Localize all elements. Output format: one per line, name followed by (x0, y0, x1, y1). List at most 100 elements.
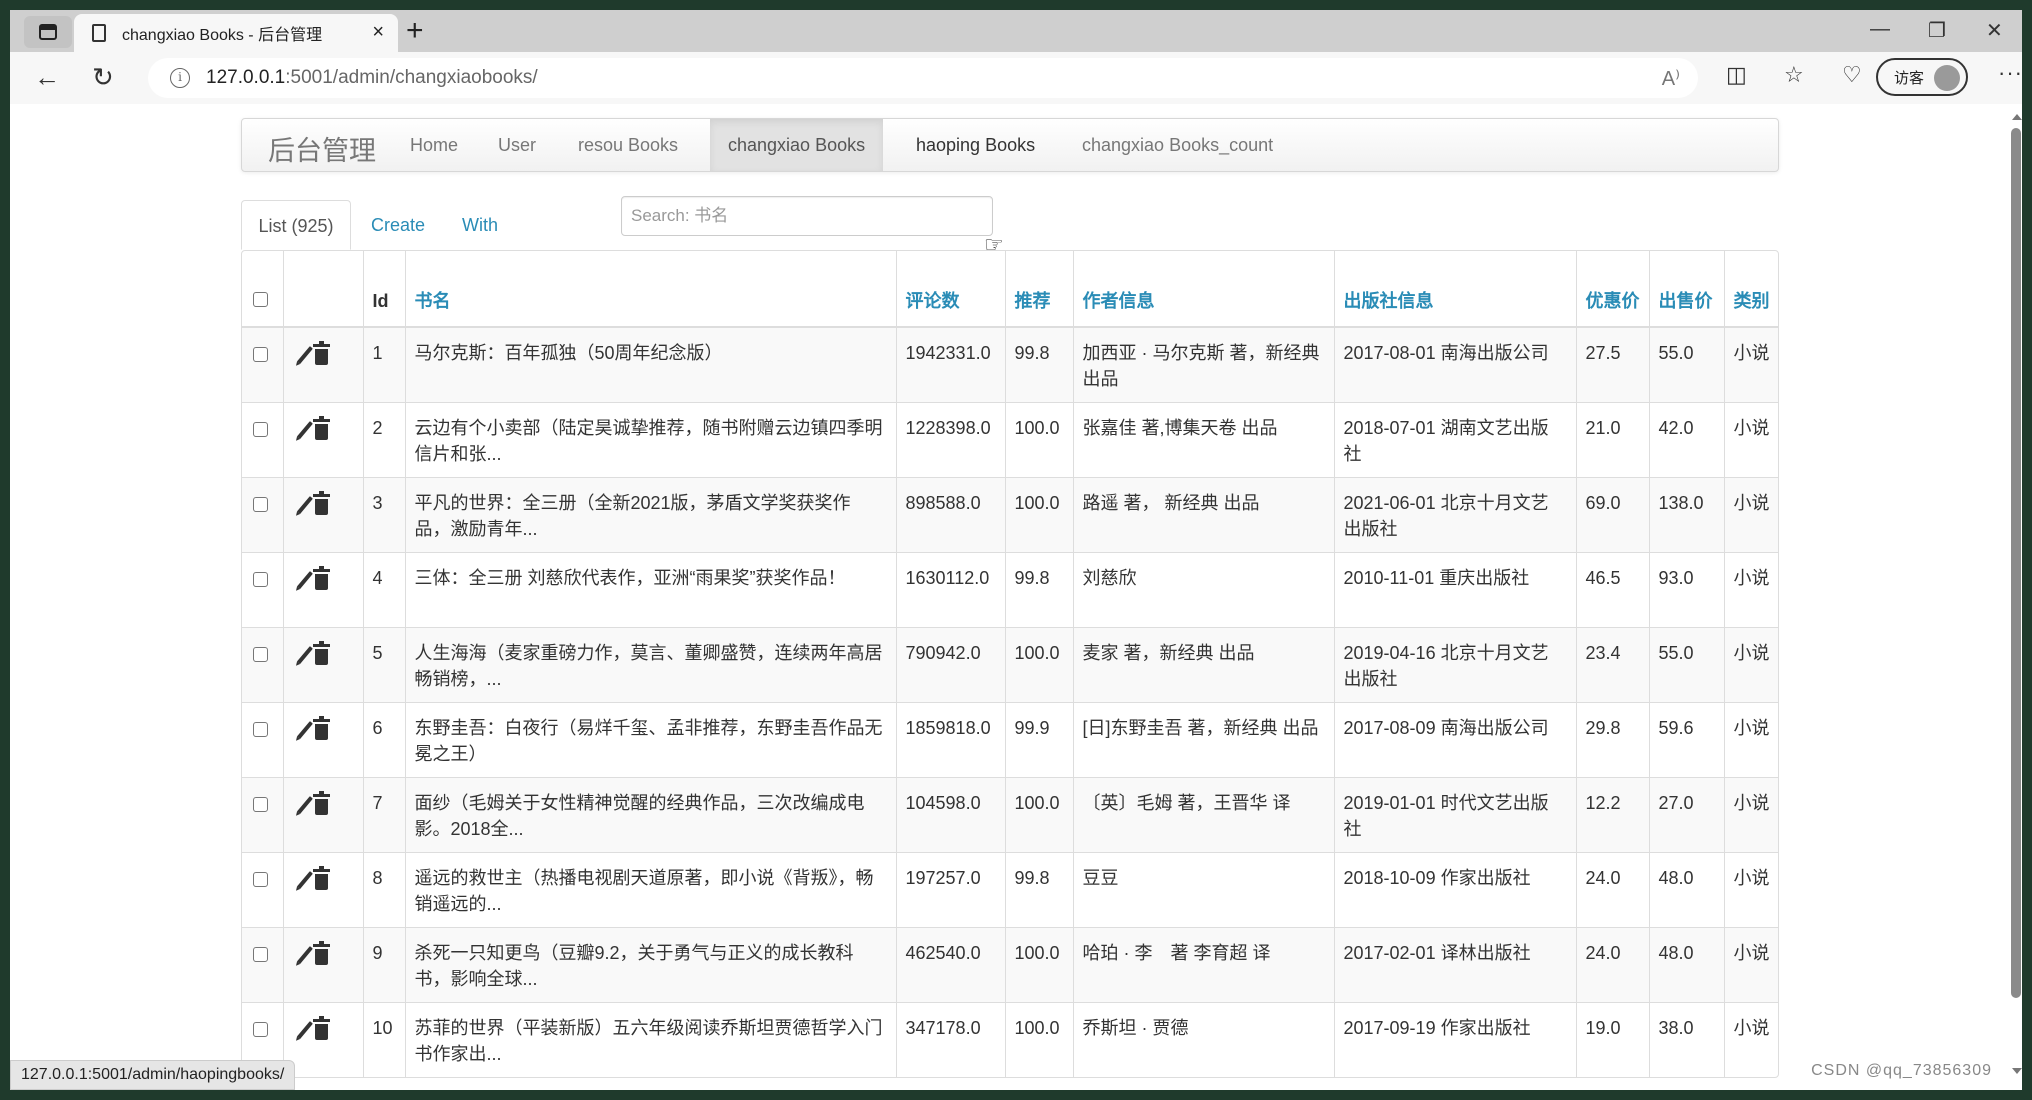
column-header-recommend[interactable]: 推荐 (1004, 251, 1073, 328)
scroll-down-arrow-icon[interactable] (2012, 1068, 2022, 1074)
row-checkbox[interactable] (253, 421, 268, 437)
row-actions-cell (282, 851, 363, 927)
profile-guest-button[interactable]: 访客 (1876, 58, 1968, 96)
cell-discount-price: 24.0 (1575, 851, 1649, 927)
nav-item-changxiao-books-count[interactable]: changxiao Books_count (1064, 119, 1291, 171)
cell-price: 27.0 (1648, 776, 1724, 852)
edit-pencil-icon[interactable] (296, 645, 313, 664)
tab-close-icon[interactable]: × (372, 22, 384, 42)
cell-discount-price: 69.0 (1575, 476, 1649, 552)
row-checkbox[interactable] (253, 871, 268, 887)
tab-list[interactable]: List (925) (241, 200, 351, 250)
select-all-checkbox[interactable] (253, 292, 268, 307)
cell-recommend: 100.0 (1004, 626, 1073, 702)
browser-tab-active[interactable]: changxiao Books - 后台管理 × (74, 14, 398, 52)
row-checkbox[interactable] (253, 796, 268, 812)
edit-pencil-icon[interactable] (296, 1020, 313, 1039)
row-checkbox[interactable] (253, 646, 268, 662)
cell-title: 云边有个小卖部（陆定昊诚挚推荐，随书附赠云边镇四季明信片和张... (404, 401, 896, 477)
row-checkbox[interactable] (253, 496, 268, 512)
cell-price: 38.0 (1648, 1001, 1724, 1077)
watermark: CSDN @qq_73856309 (1811, 1062, 1992, 1079)
delete-trash-icon[interactable] (312, 490, 330, 515)
edit-pencil-icon[interactable] (296, 870, 313, 889)
split-screen-icon[interactable]: ◫ (1726, 62, 1747, 88)
with-selected-dropdown[interactable]: With selected (462, 200, 529, 329)
delete-trash-icon[interactable] (312, 1015, 330, 1040)
row-checkbox[interactable] (253, 721, 268, 737)
edit-pencil-icon[interactable] (296, 346, 313, 364)
column-header-category[interactable]: 类别 (1723, 251, 1778, 328)
cell-title: 三体：全三册 刘慈欣代表作，亚洲“雨果奖”获奖作品！ (404, 551, 896, 627)
close-window-button[interactable]: ✕ (1986, 18, 2003, 43)
back-arrow-icon[interactable]: ← (34, 62, 60, 92)
edit-pencil-icon[interactable] (296, 720, 313, 739)
delete-trash-icon[interactable] (312, 865, 330, 890)
more-menu-icon[interactable]: ··· (1998, 60, 2022, 86)
row-checkbox[interactable] (253, 347, 268, 362)
favorites-icon[interactable]: ☆ (1784, 62, 1804, 88)
new-tab-button[interactable]: + (406, 16, 424, 46)
scroll-thumb[interactable] (2011, 128, 2021, 998)
cell-author: 麦家 著，新经典 出品 (1072, 626, 1334, 702)
site-info-icon[interactable]: i (170, 68, 190, 88)
actions-header (282, 251, 363, 328)
delete-trash-icon[interactable] (312, 640, 330, 665)
page-scrollbar[interactable] (2010, 114, 2022, 1090)
row-checkbox[interactable] (253, 946, 268, 962)
column-header-id: Id (362, 251, 405, 328)
delete-trash-icon[interactable] (312, 565, 330, 590)
cell-publisher: 2010-11-01 重庆出版社 (1333, 551, 1576, 627)
nav-item-haoping-books[interactable]: haoping Books (898, 119, 1053, 171)
table-row: 5 人生海海（麦家重磅力作，莫言、董卿盛赞，连续两年高居畅销榜，... 790942… (242, 626, 1778, 702)
delete-trash-icon[interactable] (312, 415, 330, 440)
tab-create[interactable]: Create (371, 200, 425, 250)
cell-author: 路遥 著， 新经典 出品 (1072, 476, 1334, 552)
select-all-header (242, 251, 283, 328)
cell-comments: 1228398.0 (895, 401, 1005, 477)
cell-comments: 898588.0 (895, 476, 1005, 552)
column-header-publisher[interactable]: 出版社信息 (1333, 251, 1576, 328)
delete-trash-icon[interactable] (312, 790, 330, 815)
search-input[interactable] (621, 196, 993, 236)
edit-pencil-icon[interactable] (296, 495, 313, 514)
minimize-button[interactable]: — (1870, 18, 1890, 41)
cell-id: 10 (362, 1001, 405, 1077)
column-header-comments[interactable]: 评论数 (895, 251, 1005, 328)
column-header-price[interactable]: 出售价 (1648, 251, 1724, 328)
delete-trash-icon[interactable] (312, 715, 330, 740)
delete-trash-icon[interactable] (312, 341, 330, 365)
cell-discount-price: 12.2 (1575, 776, 1649, 852)
url-field[interactable]: i 127.0.0.1:5001/admin/changxiaobooks/ A… (148, 58, 1698, 98)
nav-item-changxiao-books[interactable]: changxiao Books (710, 119, 884, 171)
browser-essentials-icon[interactable]: ♡ (1842, 62, 1862, 88)
row-checkbox[interactable] (253, 571, 268, 587)
cell-publisher: 2018-07-01 湖南文艺出版社 (1333, 401, 1576, 477)
brand-title[interactable]: 后台管理 (268, 129, 376, 168)
row-select-cell (242, 926, 283, 1002)
column-header-discount-price[interactable]: 优惠价 (1575, 251, 1649, 328)
cell-publisher: 2017-08-01 南海出版公司 (1333, 326, 1576, 402)
nav-item-user[interactable]: User (480, 119, 554, 171)
column-header-title[interactable]: 书名 (404, 251, 896, 328)
row-actions-cell (282, 626, 363, 702)
edit-pencil-icon[interactable] (296, 570, 313, 589)
nav-item-home[interactable]: Home (392, 119, 476, 171)
url-host: 127.0.0.1 (206, 67, 286, 88)
edit-pencil-icon[interactable] (296, 795, 313, 814)
table-row: 10 苏菲的世界（平装新版）五六年级阅读乔斯坦贾德哲学入门书作家出... 34717… (242, 1001, 1778, 1077)
edit-pencil-icon[interactable] (296, 945, 313, 964)
scroll-up-arrow-icon[interactable] (2012, 114, 2022, 120)
tab-actions-button[interactable] (24, 16, 72, 48)
read-aloud-icon[interactable]: A⁾ (1662, 66, 1680, 91)
browser-window: changxiao Books - 后台管理 × + — ❐ ✕ ← ↻ i 1… (10, 10, 2022, 1090)
edit-pencil-icon[interactable] (296, 420, 313, 439)
cell-comments: 1630112.0 (895, 551, 1005, 627)
restore-button[interactable]: ❐ (1928, 18, 1946, 43)
nav-item-resou-books[interactable]: resou Books (560, 119, 696, 171)
row-checkbox[interactable] (253, 1021, 268, 1037)
reload-icon[interactable]: ↻ (92, 62, 114, 92)
column-header-author[interactable]: 作者信息 (1072, 251, 1334, 328)
delete-trash-icon[interactable] (312, 940, 330, 965)
sidebar-tabs-icon (39, 24, 57, 40)
